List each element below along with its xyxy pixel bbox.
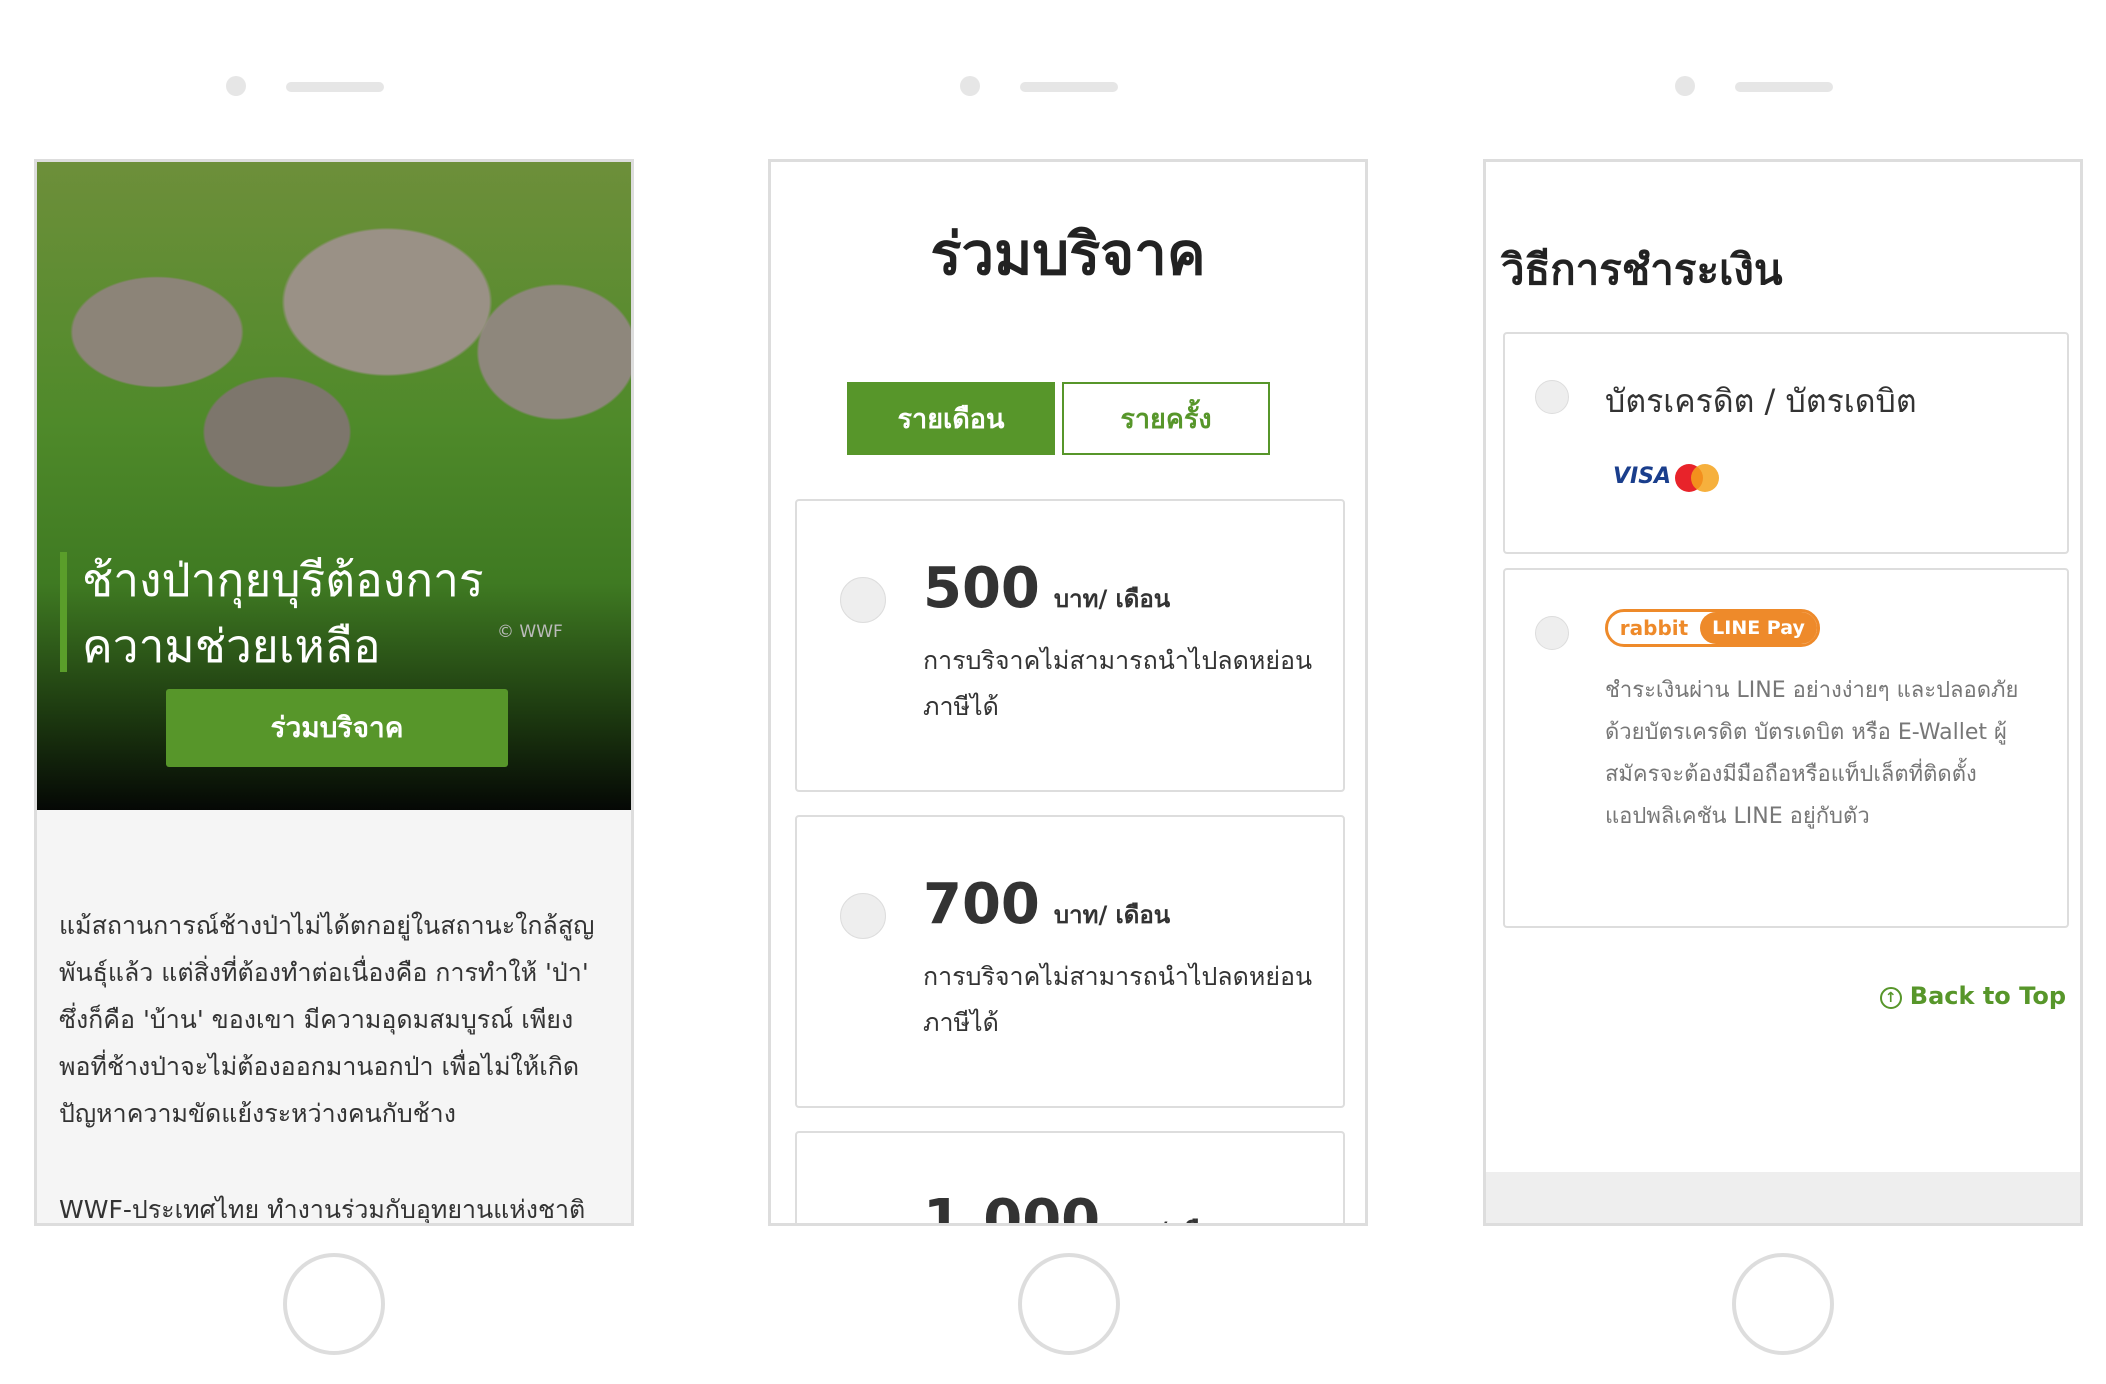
amount: 700 [923, 872, 1040, 937]
payment-card-option[interactable]: บัตรเครดิต / บัตรเดบิต VISA [1503, 332, 2069, 554]
hero-title-line1: ช้างป่ากุยบุรีต้องการ [82, 553, 484, 607]
home-button[interactable] [1732, 1253, 1834, 1355]
phone1-screen: ช้างป่ากุยบุรีต้องการ ความช่วยเหลือ © WW… [34, 159, 634, 1226]
unit: บาท/ เดือน [1053, 585, 1171, 613]
phone2-screen: ร่วมบริจาค รายเดือน รายครั้ง 500 บาท/ เดื… [768, 159, 1368, 1226]
page-title: ร่วมบริจาค [930, 220, 1206, 288]
radio-button[interactable] [840, 577, 886, 623]
amount-option-1000[interactable]: 1,000 บาท/ เดือน [795, 1131, 1345, 1226]
payment-title: วิธีการชำระเงิน [1501, 245, 1783, 294]
home-button[interactable] [1018, 1253, 1120, 1355]
card-label: บัตรเครดิต / บัตรเดบิต [1605, 382, 1917, 420]
visa-logo: VISA [1613, 464, 1672, 489]
back-to-top-link[interactable]: ↑ Back to Top [1879, 982, 2066, 1010]
speaker [1735, 82, 1833, 92]
linepay-description: ชำระเงินผ่าน LINE อย่างง่ายๆ และปลอดภัยด… [1605, 678, 2019, 829]
camera-dot [1675, 76, 1695, 96]
tab-monthly[interactable]: รายเดือน [847, 382, 1055, 455]
arrow-up-circle-icon: ↑ [1879, 987, 1902, 1009]
phone3-screen: วิธีการชำระเงิน บัตรเครดิต / บัตรเดบิต V… [1483, 159, 2083, 1226]
payment-linepay-option[interactable]: rabbit LINE Pay ชำระเงินผ่าน LINE อย่างง… [1503, 568, 2069, 928]
accent-bar [60, 552, 67, 672]
amount: 1,000 [923, 1188, 1101, 1226]
tax-note: การบริจาคไม่สามารถนำไปลดหย่อนภาษีได้ [923, 962, 1313, 1037]
mastercard-logo [1691, 464, 1719, 492]
amount-option-700[interactable]: 700 บาท/ เดือน การบริจาคไม่สามารถนำไปลดหย… [795, 815, 1345, 1108]
rabbit-linepay-logo: rabbit LINE Pay [1605, 609, 1820, 647]
radio-button[interactable] [1535, 380, 1569, 414]
back-to-top-label: Back to Top [1909, 982, 2066, 1010]
linepay-text: LINE Pay [1700, 612, 1817, 644]
home-button[interactable] [283, 1253, 385, 1355]
speaker [286, 82, 384, 92]
radio-button[interactable] [840, 893, 886, 939]
rabbit-text: rabbit [1619, 616, 1689, 640]
intro-paragraph: แม้สถานการณ์ช้างป่าไม่ได้ตกอยู่ในสถานะใก… [59, 911, 595, 1128]
donate-button[interactable]: ร่วมบริจาค [166, 689, 508, 767]
speaker [1020, 82, 1118, 92]
camera-dot [960, 76, 980, 96]
intro-paragraph-2: WWF-ประเทศไทย ทำงานร่วมกับอุทยานแห่งชาติ [59, 1195, 586, 1224]
photo-credit: © WWF [497, 622, 563, 642]
unit: บาท/ เดือน [1114, 1217, 1230, 1223]
radio-button[interactable] [1535, 616, 1569, 650]
amount: 500 [923, 556, 1040, 621]
unit: บาท/ เดือน [1053, 901, 1171, 929]
footer-bar [1486, 1172, 2080, 1223]
hero-title-line2: ความช่วยเหลือ [82, 619, 381, 673]
camera-dot [226, 76, 246, 96]
tax-note: การบริจาคไม่สามารถนำไปลดหย่อนภาษีได้ [923, 646, 1313, 721]
amount-option-500[interactable]: 500 บาท/ เดือน การบริจาคไม่สามารถนำไปลดหย… [795, 499, 1345, 792]
tab-one-time[interactable]: รายครั้ง [1062, 382, 1270, 455]
